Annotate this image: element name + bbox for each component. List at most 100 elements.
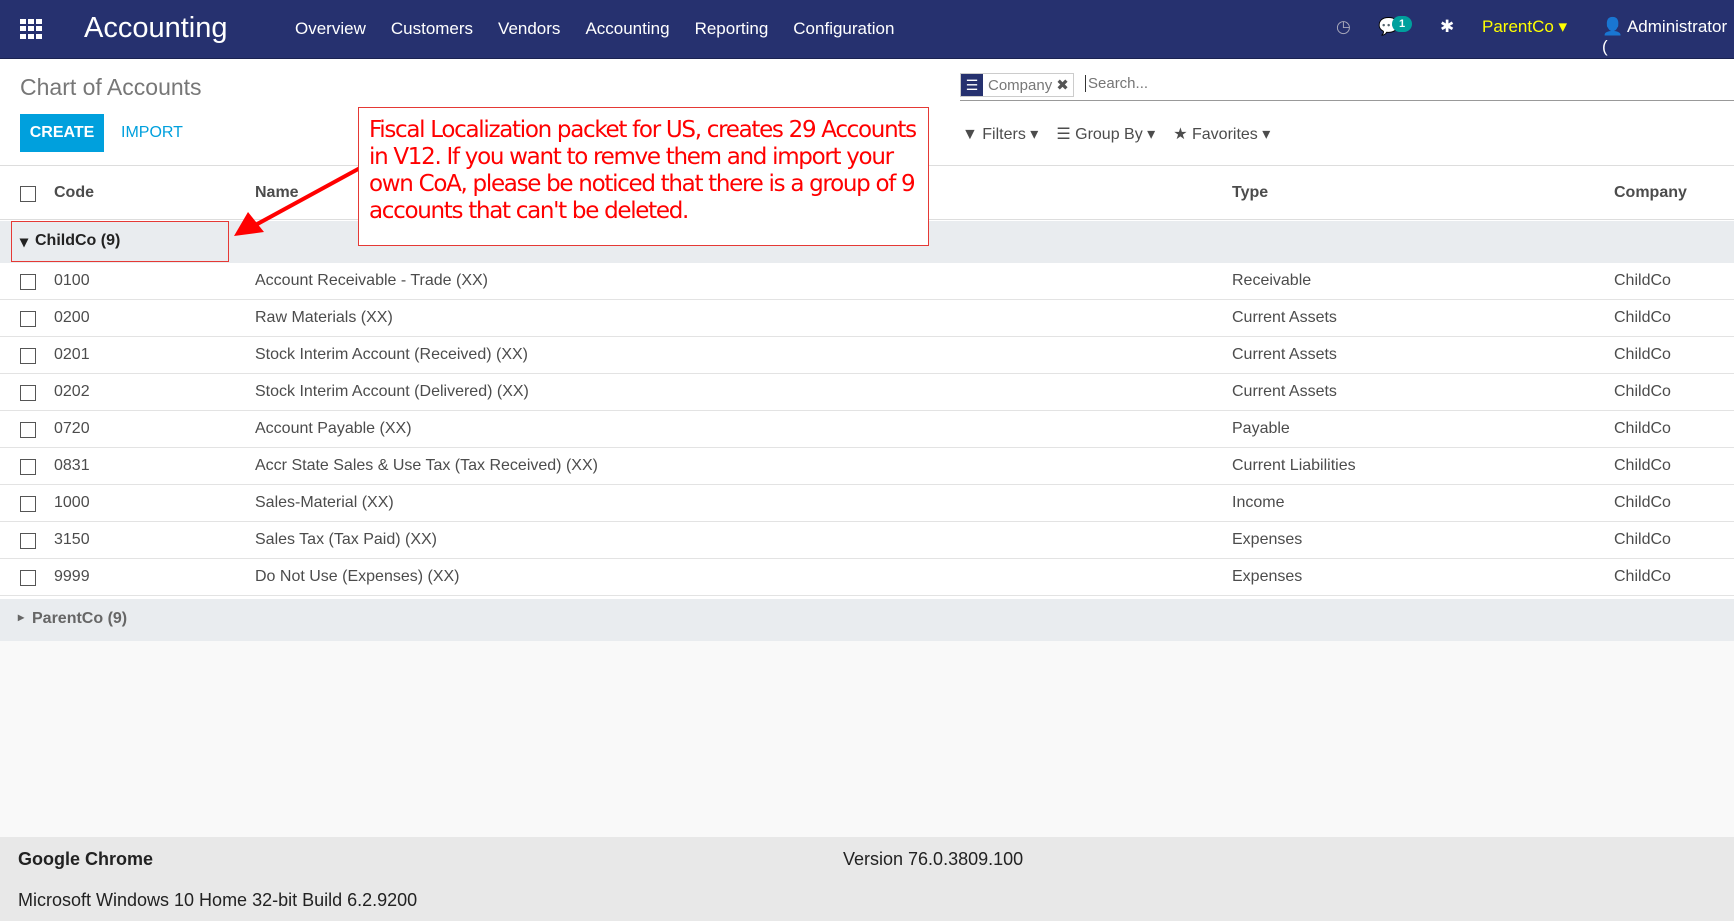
cell-name: Account Receivable - Trade (XX) bbox=[255, 272, 488, 289]
row-checkbox[interactable] bbox=[20, 496, 36, 512]
cell-code: 0202 bbox=[54, 383, 90, 400]
browser-info-footer: Google Chrome Version 76.0.3809.100 Micr… bbox=[0, 837, 1734, 921]
cell-name: Account Payable (XX) bbox=[255, 420, 412, 437]
cell-type: Income bbox=[1232, 494, 1285, 511]
table-row[interactable]: 1000 Sales-Material (XX) Income ChildCo bbox=[0, 485, 1734, 522]
caret-right-icon: ▸ bbox=[18, 610, 25, 624]
cell-code: 0100 bbox=[54, 272, 90, 289]
cell-code: 1000 bbox=[54, 494, 90, 511]
table-row[interactable]: 0831 Accr State Sales & Use Tax (Tax Rec… bbox=[0, 448, 1734, 485]
table-row[interactable]: 0200 Raw Materials (XX) Current Assets C… bbox=[0, 300, 1734, 337]
cell-type: Current Assets bbox=[1232, 346, 1337, 363]
apps-menu-icon[interactable] bbox=[20, 19, 42, 39]
favorites-button[interactable]: ★ Favorites ▾ bbox=[1173, 124, 1270, 144]
user-menu[interactable]: 👤 Administrator ( bbox=[1602, 17, 1734, 57]
column-company[interactable]: Company bbox=[1614, 184, 1687, 202]
cell-type: Current Liabilities bbox=[1232, 457, 1356, 474]
cell-type: Current Assets bbox=[1232, 383, 1337, 400]
cell-company: ChildCo bbox=[1614, 420, 1671, 437]
browser-name: Google Chrome bbox=[18, 849, 154, 869]
row-checkbox[interactable] bbox=[20, 422, 36, 438]
group-by-label: Group By bbox=[1075, 126, 1143, 143]
table-row[interactable]: 0720 Account Payable (XX) Payable ChildC… bbox=[0, 411, 1734, 448]
annotation-arrow bbox=[234, 166, 361, 236]
row-checkbox[interactable] bbox=[20, 533, 36, 549]
cell-type: Expenses bbox=[1232, 568, 1303, 585]
column-code[interactable]: Code bbox=[54, 184, 94, 202]
top-navbar: Accounting Overview Customers Vendors Accou… bbox=[0, 0, 1734, 59]
cell-company: ChildCo bbox=[1614, 309, 1671, 326]
cell-type: Receivable bbox=[1232, 272, 1312, 289]
messages-badge: 1 bbox=[1392, 16, 1413, 32]
cell-type: Current Assets bbox=[1232, 309, 1337, 326]
cell-name: Do Not Use (Expenses) (XX) bbox=[255, 568, 460, 585]
table-row[interactable]: 9999 Do Not Use (Expenses) (XX) Expenses… bbox=[0, 559, 1734, 596]
cell-name: Accr State Sales & Use Tax (Tax Received… bbox=[255, 457, 598, 474]
search-input[interactable] bbox=[1085, 75, 1685, 92]
column-type[interactable]: Type bbox=[1232, 184, 1268, 202]
menu-item-overview[interactable]: Overview bbox=[295, 19, 366, 39]
cell-type: Expenses bbox=[1232, 531, 1303, 548]
row-checkbox[interactable] bbox=[20, 274, 36, 290]
table-row[interactable]: 3150 Sales Tax (Tax Paid) (XX) Expenses … bbox=[0, 522, 1734, 559]
cell-code: 0201 bbox=[54, 346, 90, 363]
group-label: ParentCo (9) bbox=[32, 610, 128, 627]
cell-company: ChildCo bbox=[1614, 383, 1671, 400]
filters-label: Filters bbox=[982, 126, 1026, 143]
cell-company: ChildCo bbox=[1614, 494, 1671, 511]
cell-code: 9999 bbox=[54, 568, 90, 585]
row-checkbox[interactable] bbox=[20, 348, 36, 364]
cell-company: ChildCo bbox=[1614, 346, 1671, 363]
main-menu: Overview Customers Vendors Accounting Report… bbox=[295, 19, 894, 39]
page-title: Chart of Accounts bbox=[20, 74, 202, 100]
annotation-highlight-box bbox=[11, 221, 229, 262]
search-bar: ☰ Company ✖ bbox=[960, 73, 1734, 101]
cell-type: Payable bbox=[1232, 420, 1290, 437]
annotation-callout: Fiscal Localization packet for US, creat… bbox=[358, 107, 929, 246]
cell-code: 0831 bbox=[54, 457, 90, 474]
cell-company: ChildCo bbox=[1614, 272, 1671, 289]
row-checkbox[interactable] bbox=[20, 570, 36, 586]
table-row[interactable]: 0202 Stock Interim Account (Delivered) (… bbox=[0, 374, 1734, 411]
group-row-parentco[interactable]: ▸ ParentCo (9) bbox=[0, 599, 1734, 641]
favorites-label: Favorites bbox=[1192, 126, 1258, 143]
empty-area bbox=[0, 641, 1734, 837]
cell-code: 3150 bbox=[54, 531, 90, 548]
bug-icon[interactable]: ✱ bbox=[1440, 17, 1454, 37]
cell-name: Stock Interim Account (Delivered) (XX) bbox=[255, 383, 529, 400]
menu-item-reporting[interactable]: Reporting bbox=[695, 19, 769, 39]
company-name: ParentCo bbox=[1482, 17, 1554, 36]
select-all-checkbox[interactable] bbox=[20, 186, 36, 202]
user-icon: 👤 bbox=[1602, 17, 1624, 36]
cell-code: 0200 bbox=[54, 309, 90, 326]
filters-button[interactable]: ▼ Filters ▾ bbox=[962, 124, 1038, 144]
row-checkbox[interactable] bbox=[20, 459, 36, 475]
row-checkbox[interactable] bbox=[20, 385, 36, 401]
company-switcher[interactable]: ParentCo ▾ bbox=[1482, 17, 1567, 37]
search-facet: ☰ Company ✖ bbox=[960, 73, 1074, 97]
os-info: Microsoft Windows 10 Home 32-bit Build 6… bbox=[18, 890, 418, 910]
app-brand[interactable]: Accounting bbox=[84, 12, 228, 45]
create-button[interactable]: CREATE bbox=[20, 114, 104, 152]
cell-name: Raw Materials (XX) bbox=[255, 309, 393, 326]
cell-company: ChildCo bbox=[1614, 531, 1671, 548]
search-options: ▼ Filters ▾ ☰ Group By ▾ ★ Favorites ▾ bbox=[962, 124, 1270, 144]
browser-version: Version 76.0.3809.100 bbox=[843, 849, 1024, 869]
import-button[interactable]: IMPORT bbox=[121, 124, 183, 142]
menu-item-accounting[interactable]: Accounting bbox=[585, 19, 669, 39]
cell-name: Sales-Material (XX) bbox=[255, 494, 394, 511]
menu-item-vendors[interactable]: Vendors bbox=[498, 19, 560, 39]
row-checkbox[interactable] bbox=[20, 311, 36, 327]
table-row[interactable]: 0201 Stock Interim Account (Received) (X… bbox=[0, 337, 1734, 374]
menu-item-customers[interactable]: Customers bbox=[391, 19, 473, 39]
cell-code: 0720 bbox=[54, 420, 90, 437]
cell-name: Stock Interim Account (Received) (XX) bbox=[255, 346, 528, 363]
group-by-icon: ☰ bbox=[961, 74, 983, 96]
group-by-button[interactable]: ☰ Group By ▾ bbox=[1056, 124, 1155, 144]
cell-company: ChildCo bbox=[1614, 457, 1671, 474]
menu-item-configuration[interactable]: Configuration bbox=[793, 19, 894, 39]
table-row[interactable]: 0100 Account Receivable - Trade (XX) Rec… bbox=[0, 263, 1734, 300]
remove-facet-icon[interactable]: ✖ bbox=[1056, 76, 1069, 94]
clock-icon[interactable]: ◷ bbox=[1336, 17, 1351, 37]
cell-company: ChildCo bbox=[1614, 568, 1671, 585]
